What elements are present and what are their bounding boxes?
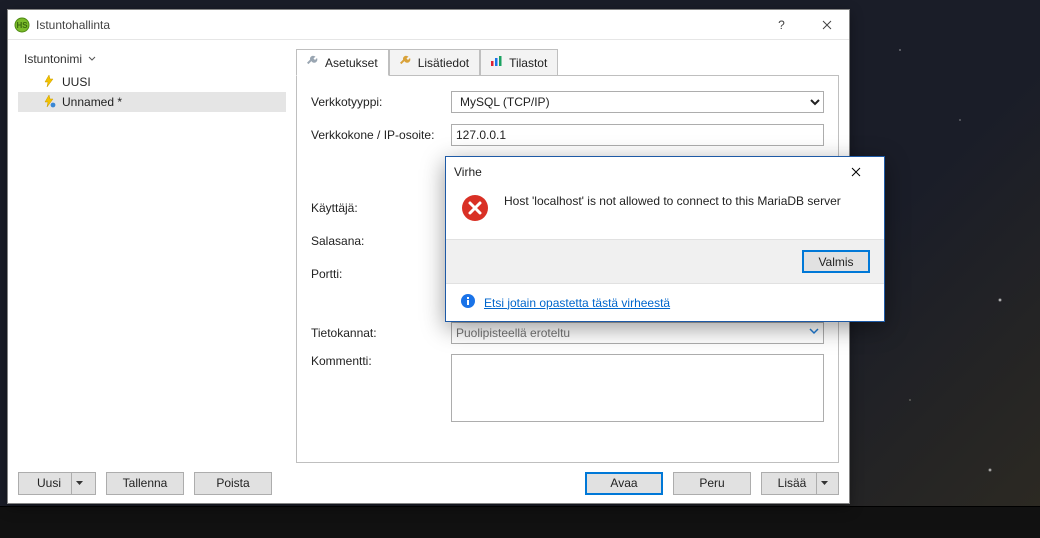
window-title: Istuntohallinta bbox=[36, 18, 110, 32]
sidebar-header-label: Istuntonimi bbox=[24, 52, 82, 66]
info-icon bbox=[460, 293, 476, 312]
titlebar: HS Istuntohallinta ? bbox=[8, 10, 849, 40]
sidebar-header[interactable]: Istuntonimi bbox=[18, 48, 286, 70]
dialog-title: Virhe bbox=[454, 165, 482, 179]
port-label: Portti: bbox=[311, 267, 451, 281]
wrench-icon bbox=[305, 54, 319, 71]
comment-label: Kommentti: bbox=[311, 354, 451, 368]
button-label: Poista bbox=[216, 476, 249, 490]
tree-item[interactable]: UUSI bbox=[18, 72, 286, 92]
dialog-ok-button[interactable]: Valmis bbox=[802, 250, 870, 273]
tab-advanced[interactable]: Lisätiedot bbox=[389, 49, 480, 76]
host-label: Verkkokone / IP-osoite: bbox=[311, 128, 451, 142]
button-label: Lisää bbox=[768, 473, 817, 494]
databases-input[interactable] bbox=[451, 322, 824, 344]
network-type-select[interactable]: MySQL (TCP/IP) bbox=[451, 91, 824, 113]
error-message: Host 'localhost' is not allowed to conne… bbox=[504, 193, 841, 223]
taskbar bbox=[0, 506, 1040, 538]
tab-label: Lisätiedot bbox=[418, 56, 469, 70]
session-tree: UUSI Unnamed * bbox=[18, 70, 286, 463]
open-button[interactable]: Avaa bbox=[585, 472, 663, 495]
bottom-bar: Uusi Tallenna Poista Avaa Peru Lisää bbox=[8, 463, 849, 503]
cancel-button[interactable]: Peru bbox=[673, 472, 751, 495]
tab-stats[interactable]: Tilastot bbox=[480, 49, 558, 76]
network-type-label: Verkkotyyppi: bbox=[311, 95, 451, 109]
tab-label: Tilastot bbox=[509, 56, 547, 70]
error-help-link[interactable]: Etsi jotain opastetta tästä virheestä bbox=[484, 296, 670, 310]
wrench-icon bbox=[398, 54, 412, 71]
button-label: Tallenna bbox=[123, 476, 168, 490]
tab-settings[interactable]: Asetukset bbox=[296, 49, 389, 76]
close-button[interactable] bbox=[804, 10, 849, 40]
new-button[interactable]: Uusi bbox=[18, 472, 96, 495]
help-button[interactable]: ? bbox=[759, 10, 804, 40]
host-input[interactable] bbox=[451, 124, 824, 146]
chevron-down-icon[interactable] bbox=[71, 473, 87, 494]
tab-label: Asetukset bbox=[325, 56, 378, 70]
password-label: Salasana: bbox=[311, 234, 451, 248]
tree-item[interactable]: Unnamed * bbox=[18, 92, 286, 112]
tree-item-label: UUSI bbox=[62, 75, 91, 89]
more-button[interactable]: Lisää bbox=[761, 472, 839, 495]
tree-item-label: Unnamed * bbox=[62, 95, 122, 109]
app-icon: HS bbox=[14, 17, 30, 33]
lightning-icon bbox=[42, 74, 56, 91]
comment-textarea[interactable] bbox=[451, 354, 824, 422]
dialog-titlebar: Virhe bbox=[446, 157, 884, 187]
chevron-down-icon bbox=[88, 52, 96, 66]
save-button[interactable]: Tallenna bbox=[106, 472, 184, 495]
tabs: Asetukset Lisätiedot Tilastot bbox=[296, 48, 839, 75]
button-label: Peru bbox=[699, 476, 724, 490]
bar-chart-icon bbox=[489, 54, 503, 71]
button-label: Valmis bbox=[818, 255, 853, 269]
lightning-edit-icon bbox=[42, 94, 56, 111]
button-label: Avaa bbox=[610, 476, 637, 490]
delete-button[interactable]: Poista bbox=[194, 472, 272, 495]
dialog-close-button[interactable] bbox=[836, 157, 876, 187]
databases-label: Tietokannat: bbox=[311, 326, 451, 340]
svg-text:HS: HS bbox=[16, 21, 28, 30]
button-label: Uusi bbox=[27, 473, 71, 494]
sidebar: Istuntonimi UUSI Unnamed * bbox=[18, 48, 286, 463]
chevron-down-icon[interactable] bbox=[816, 473, 832, 494]
user-label: Käyttäjä: bbox=[311, 201, 451, 215]
error-dialog: Virhe Host 'localhost' is not allowed to… bbox=[445, 156, 885, 322]
error-icon bbox=[460, 193, 490, 223]
